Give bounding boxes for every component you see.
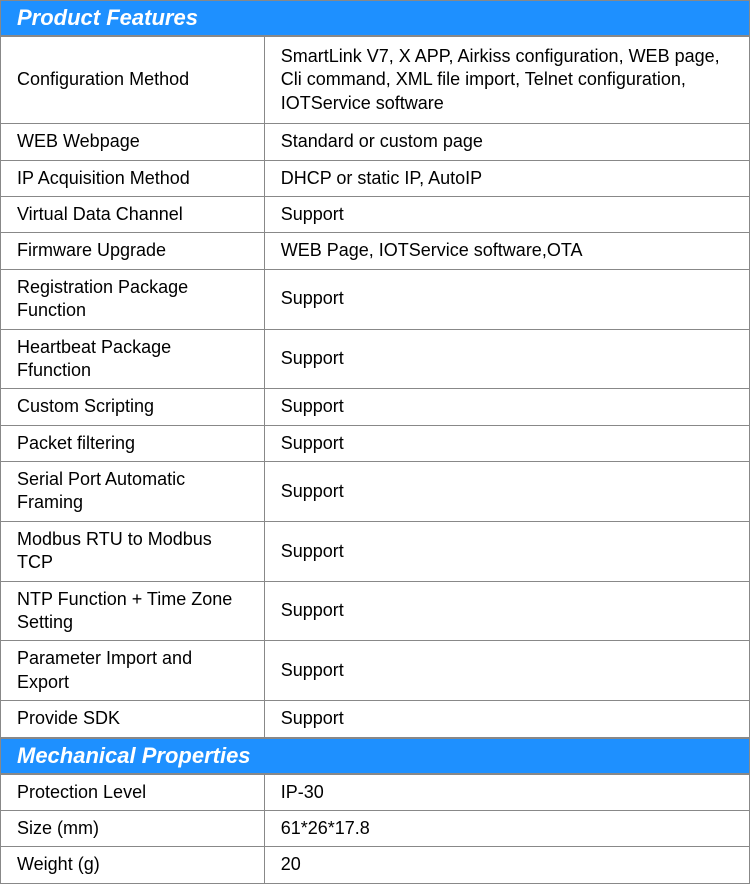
spec-value: IP-30 [264,774,749,810]
table-row: Configuration MethodSmartLink V7, X APP,… [1,37,750,124]
spec-label: Provide SDK [1,701,265,737]
spec-value: Support [264,701,749,737]
table-row: Serial Port Automatic FramingSupport [1,462,750,522]
table-row: Custom ScriptingSupport [1,389,750,425]
spec-label: WEB Webpage [1,124,265,160]
spec-value: Support [264,521,749,581]
spec-label: Configuration Method [1,37,265,124]
spec-value: 61*26*17.8 [264,810,749,846]
spec-label: NTP Function + Time Zone Setting [1,581,265,641]
spec-label: Parameter Import and Export [1,641,265,701]
table-row: Registration Package FunctionSupport [1,269,750,329]
spec-value: Support [264,581,749,641]
spec-label: Registration Package Function [1,269,265,329]
table-row: Parameter Import and ExportSupport [1,641,750,701]
spec-label: Serial Port Automatic Framing [1,462,265,522]
spec-value: SmartLink V7, X APP, Airkiss configurati… [264,37,749,124]
spec-label: Virtual Data Channel [1,196,265,232]
spec-table: Protection LevelIP-30Size (mm)61*26*17.8… [0,774,750,884]
spec-value: Support [264,196,749,232]
table-row: Heartbeat Package FfunctionSupport [1,329,750,389]
spec-value: WEB Page, IOTService software,OTA [264,233,749,269]
section-header: Mechanical Properties [0,738,750,774]
spec-table: Configuration MethodSmartLink V7, X APP,… [0,36,750,738]
spec-value: 20 [264,847,749,883]
section-header: Product Features [0,0,750,36]
spec-value: Support [264,389,749,425]
table-row: Firmware UpgradeWEB Page, IOTService sof… [1,233,750,269]
table-row: Packet filteringSupport [1,425,750,461]
spec-value: Support [264,269,749,329]
spec-label: Custom Scripting [1,389,265,425]
spec-label: Firmware Upgrade [1,233,265,269]
table-row: NTP Function + Time Zone SettingSupport [1,581,750,641]
table-row: Provide SDKSupport [1,701,750,737]
spec-value: Support [264,425,749,461]
spec-label: Modbus RTU to Modbus TCP [1,521,265,581]
spec-label: IP Acquisition Method [1,160,265,196]
table-row: IP Acquisition MethodDHCP or static IP, … [1,160,750,196]
table-row: WEB WebpageStandard or custom page [1,124,750,160]
spec-label: Protection Level [1,774,265,810]
spec-label: Heartbeat Package Ffunction [1,329,265,389]
spec-label: Size (mm) [1,810,265,846]
spec-value: Support [264,641,749,701]
table-row: Virtual Data ChannelSupport [1,196,750,232]
table-row: Protection LevelIP-30 [1,774,750,810]
spec-label: Weight (g) [1,847,265,883]
spec-value: Support [264,329,749,389]
table-row: Weight (g)20 [1,847,750,883]
spec-label: Packet filtering [1,425,265,461]
spec-value: Standard or custom page [264,124,749,160]
spec-value: Support [264,462,749,522]
spec-value: DHCP or static IP, AutoIP [264,160,749,196]
table-row: Size (mm)61*26*17.8 [1,810,750,846]
table-row: Modbus RTU to Modbus TCPSupport [1,521,750,581]
